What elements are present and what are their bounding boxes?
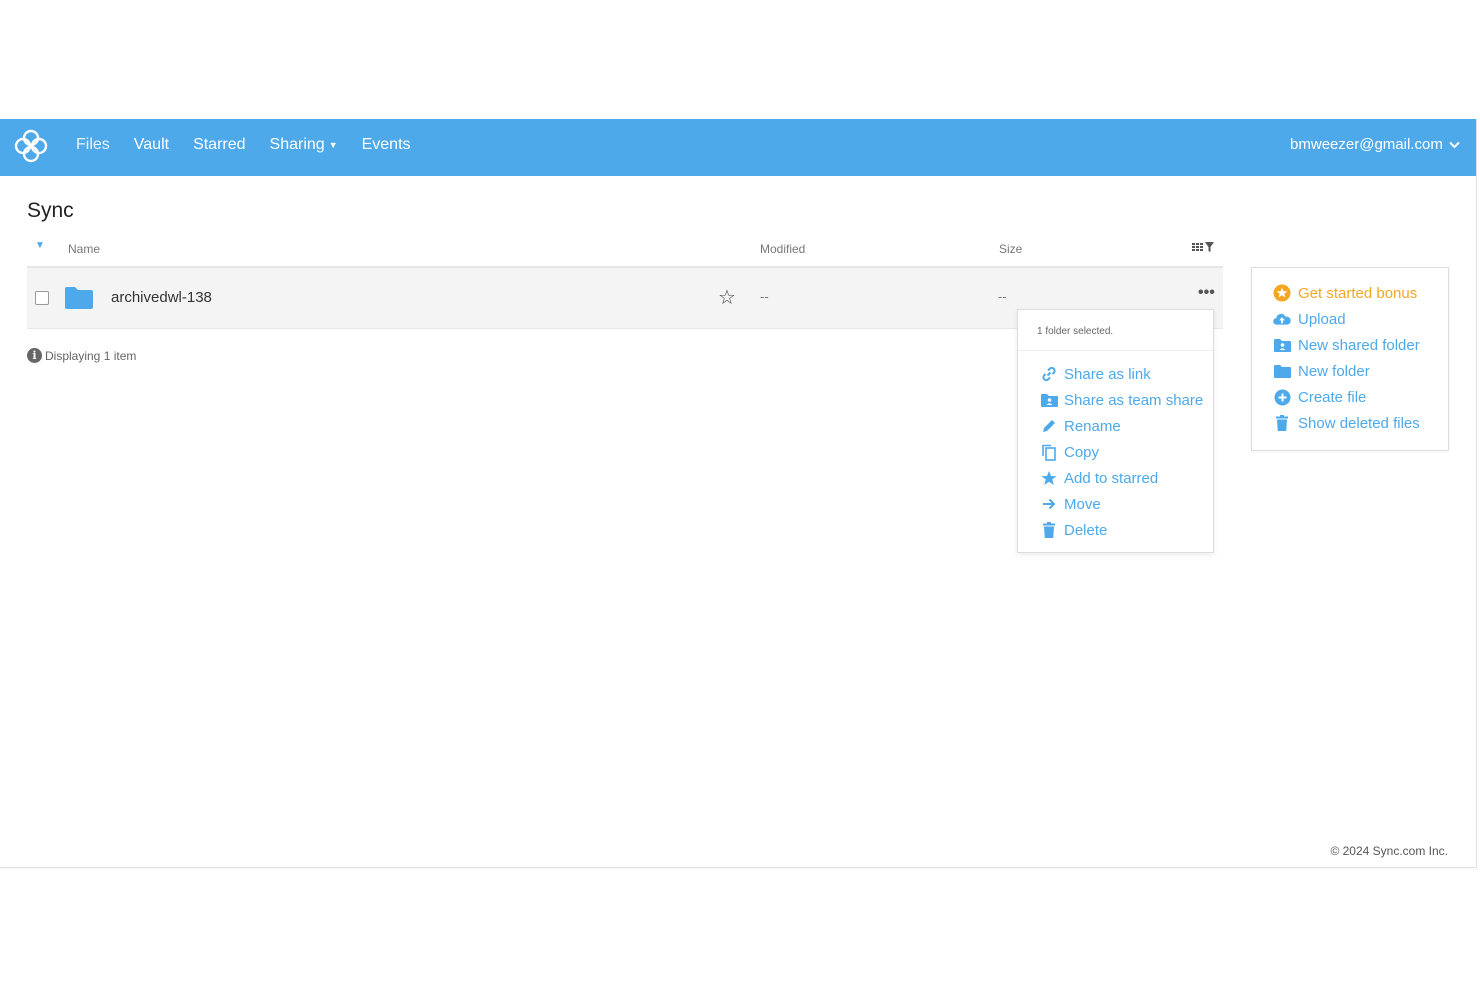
more-options-icon[interactable]: ••• bbox=[1198, 284, 1215, 302]
sidebar-item-label: Create file bbox=[1298, 388, 1367, 406]
sidebar-item-label: Get started bonus bbox=[1298, 284, 1418, 302]
sidebar-item-label: Upload bbox=[1298, 310, 1346, 328]
sync-logo-icon[interactable] bbox=[12, 127, 50, 165]
menu-item-label: Share as link bbox=[1064, 365, 1151, 383]
star-icon bbox=[1040, 469, 1058, 487]
menu-item-share-link[interactable]: Share as link bbox=[1018, 361, 1213, 387]
column-header-size[interactable]: Size bbox=[999, 242, 1022, 256]
table-header: ▼ Name Modified Size bbox=[27, 237, 1223, 268]
display-count-text: Displaying 1 item bbox=[45, 348, 137, 363]
row-modified: -- bbox=[760, 289, 769, 304]
nav-sharing[interactable]: Sharing ▼ bbox=[258, 119, 350, 176]
top-navbar: Files Vault Starred Sharing ▼ Events bmwe… bbox=[0, 119, 1476, 176]
row-size: -- bbox=[998, 289, 1007, 304]
trash-icon bbox=[1273, 414, 1291, 432]
sidebar-item-get-started-bonus[interactable]: Get started bonus bbox=[1252, 280, 1448, 306]
menu-item-label: Rename bbox=[1064, 417, 1121, 435]
row-name[interactable]: archivedwl-138 bbox=[111, 289, 212, 306]
menu-item-label: Delete bbox=[1064, 521, 1108, 539]
actions-sidebar: Get started bonus Upload New shared fold… bbox=[1251, 267, 1449, 451]
sidebar-item-create-file[interactable]: Create file bbox=[1252, 384, 1448, 410]
sidebar-item-label: New folder bbox=[1298, 362, 1370, 380]
context-menu-header: 1 folder selected. bbox=[1018, 310, 1213, 351]
folder-icon bbox=[1273, 362, 1291, 380]
star-outline-icon[interactable]: ☆ bbox=[718, 285, 736, 310]
context-menu-list: Share as link Share as team share Rename… bbox=[1018, 351, 1213, 543]
sidebar-item-show-deleted[interactable]: Show deleted files bbox=[1252, 410, 1448, 436]
sidebar-item-new-folder[interactable]: New folder bbox=[1252, 358, 1448, 384]
row-checkbox[interactable] bbox=[35, 291, 49, 305]
user-menu[interactable]: bmweezer@gmail.com bbox=[1290, 119, 1460, 176]
sidebar-item-upload[interactable]: Upload bbox=[1252, 306, 1448, 332]
copy-icon bbox=[1040, 443, 1058, 461]
user-email: bmweezer@gmail.com bbox=[1290, 136, 1443, 153]
nav-vault[interactable]: Vault bbox=[122, 119, 181, 176]
link-icon bbox=[1040, 365, 1058, 383]
team-share-icon bbox=[1040, 391, 1058, 409]
nav-sharing-label: Sharing bbox=[269, 136, 325, 154]
context-menu: 1 folder selected. Share as link Share a… bbox=[1017, 309, 1214, 553]
nav-vault-label: Vault bbox=[133, 136, 170, 153]
sort-caret-icon[interactable]: ▼ bbox=[35, 240, 45, 251]
column-header-name[interactable]: Name bbox=[68, 242, 100, 256]
trash-icon bbox=[1040, 521, 1058, 539]
column-header-modified[interactable]: Modified bbox=[760, 242, 805, 256]
view-filter-icon[interactable] bbox=[1192, 240, 1216, 257]
menu-item-add-starred[interactable]: Add to starred bbox=[1018, 465, 1213, 491]
page-title: Sync bbox=[27, 199, 74, 222]
menu-item-delete[interactable]: Delete bbox=[1018, 517, 1213, 543]
display-count: i Displaying 1 item bbox=[27, 348, 136, 363]
sidebar-item-label: New shared folder bbox=[1298, 336, 1420, 354]
main-nav: Files Vault Starred Sharing ▼ Events bbox=[64, 119, 423, 176]
nav-starred-label: Starred bbox=[193, 136, 246, 153]
actions-list: Get started bonus Upload New shared fold… bbox=[1252, 268, 1448, 436]
menu-item-copy[interactable]: Copy bbox=[1018, 439, 1213, 465]
menu-item-label: Add to starred bbox=[1064, 469, 1159, 487]
nav-events[interactable]: Events bbox=[350, 119, 423, 176]
menu-item-move[interactable]: Move bbox=[1018, 491, 1213, 517]
nav-files[interactable]: Files bbox=[64, 119, 122, 176]
pencil-icon bbox=[1040, 417, 1058, 435]
cloud-upload-icon bbox=[1273, 310, 1291, 328]
info-icon: i bbox=[27, 348, 42, 363]
footer-copyright: © 2024 Sync.com Inc. bbox=[1330, 844, 1448, 858]
bonus-icon bbox=[1273, 284, 1291, 302]
app-window: Files Vault Starred Sharing ▼ Events bmwe… bbox=[0, 119, 1477, 868]
folder-icon bbox=[65, 287, 93, 309]
menu-item-share-team[interactable]: Share as team share bbox=[1018, 387, 1213, 413]
caret-down-icon: ▼ bbox=[328, 140, 338, 150]
chevron-down-icon bbox=[1449, 141, 1460, 149]
nav-files-label: Files bbox=[76, 136, 110, 153]
nav-events-label: Events bbox=[361, 136, 411, 153]
menu-item-label: Share as team share bbox=[1064, 391, 1204, 409]
menu-item-label: Move bbox=[1064, 495, 1101, 513]
nav-starred[interactable]: Starred bbox=[181, 119, 257, 176]
plus-circle-icon bbox=[1273, 388, 1291, 406]
menu-item-label: Copy bbox=[1064, 443, 1100, 461]
sidebar-item-new-shared-folder[interactable]: New shared folder bbox=[1252, 332, 1448, 358]
shared-folder-icon bbox=[1273, 336, 1291, 354]
arrow-right-icon bbox=[1040, 495, 1058, 513]
sidebar-item-label: Show deleted files bbox=[1298, 414, 1420, 432]
menu-item-rename[interactable]: Rename bbox=[1018, 413, 1213, 439]
